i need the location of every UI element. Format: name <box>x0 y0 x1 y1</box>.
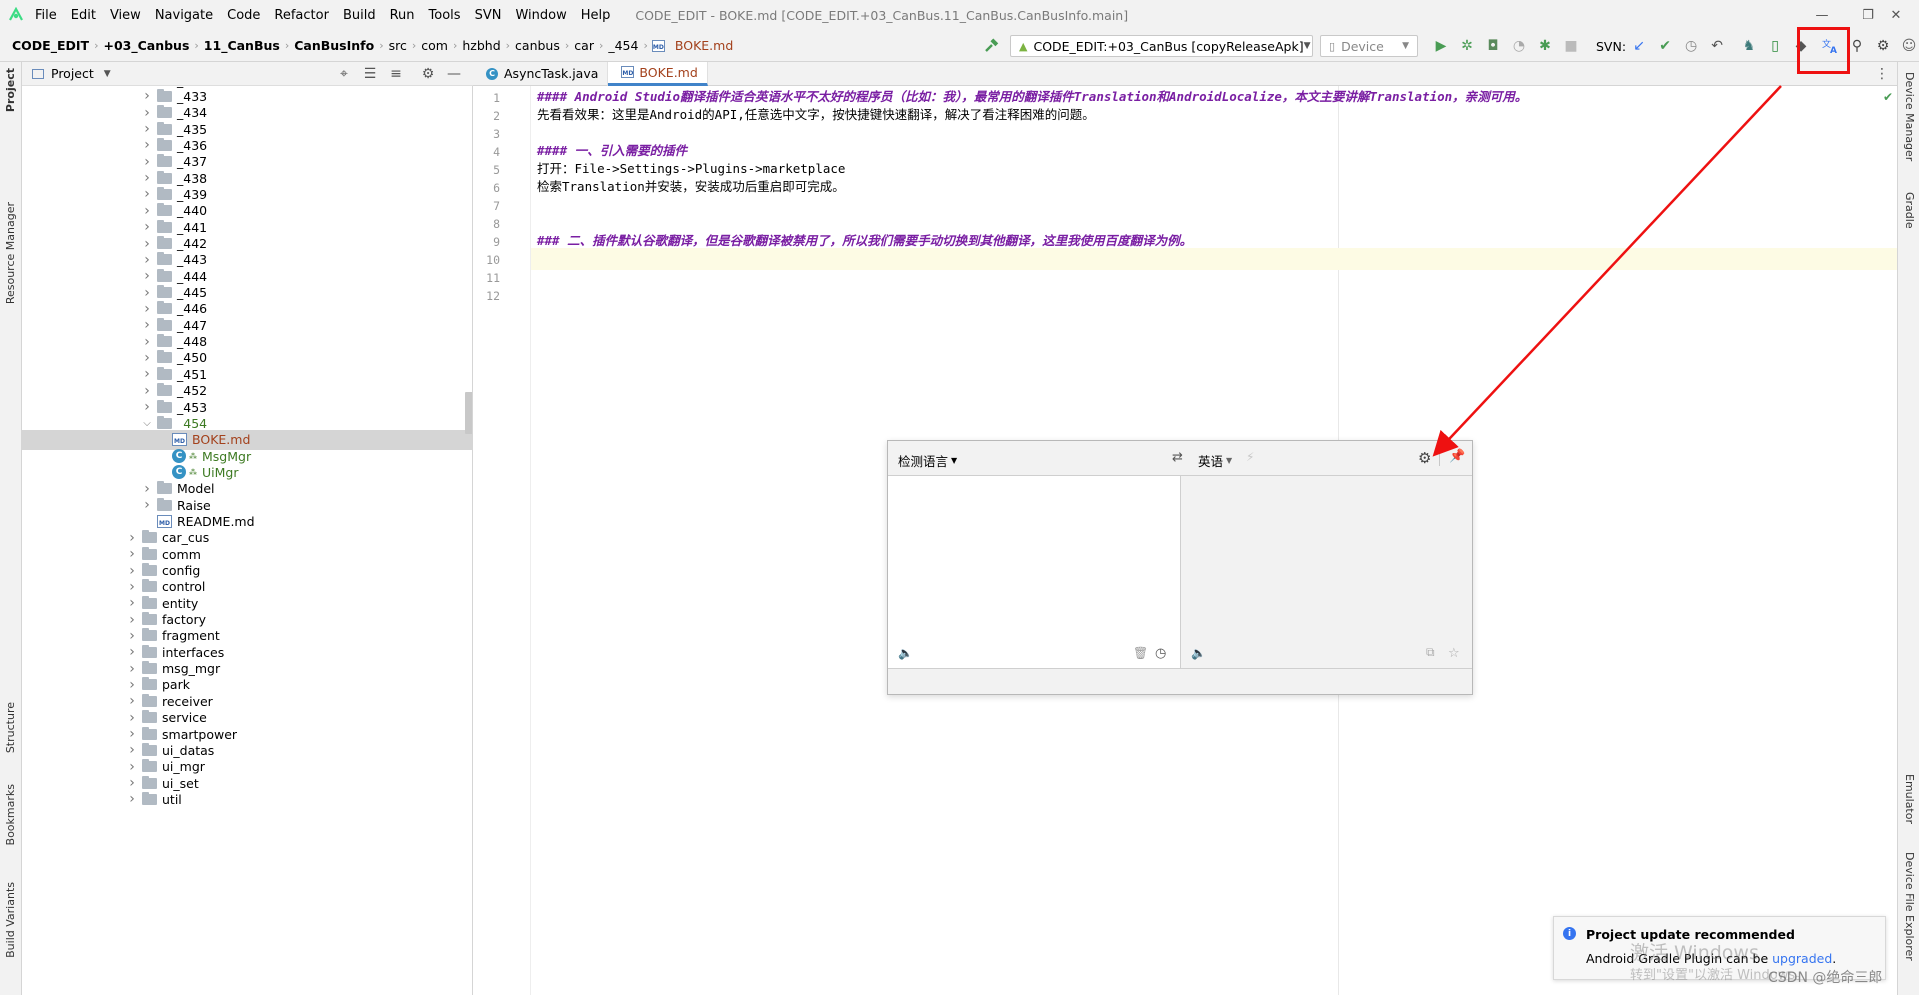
csdn-watermark: CSDN @绝命三郎 <box>1768 970 1883 986</box>
notification-body-suffix: . <box>1832 951 1837 966</box>
annotation-arrow <box>1432 85 1782 457</box>
activate-windows-title: 激活 Windows <box>1630 942 1759 964</box>
info-icon: i <box>1563 927 1576 940</box>
activate-windows-watermark: 激活 Windows <box>1630 938 1759 965</box>
